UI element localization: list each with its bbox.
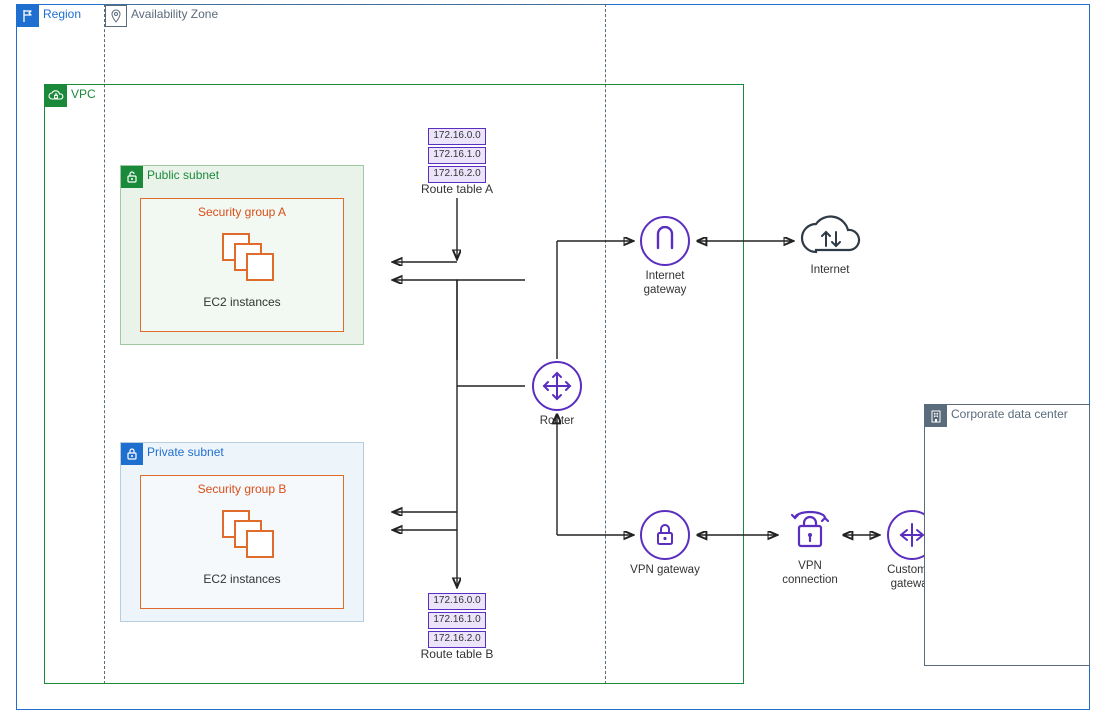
corporate-data-center-label: Corporate data center	[951, 407, 1068, 421]
vpc-label: VPC	[71, 87, 96, 101]
internet-gateway-label: Internet gateway	[625, 270, 705, 298]
vpn-connection-label: VPN connection	[770, 560, 850, 588]
cloud-lock-icon	[45, 85, 67, 107]
internet-node: Internet	[790, 212, 870, 278]
private-subnet-label: Private subnet	[147, 445, 224, 459]
route-table-a: 172.16.0.0 172.16.1.0 172.16.2.0	[428, 128, 486, 185]
route-table-cell: 172.16.0.0	[428, 128, 486, 145]
route-table-cell: 172.16.2.0	[428, 631, 486, 648]
internet-gateway-icon	[640, 216, 690, 266]
ec2-instances-a-caption: EC2 instances	[203, 295, 280, 309]
security-group-a-title: Security group A	[198, 205, 286, 219]
public-subnet-label: Public subnet	[147, 168, 219, 182]
cloud-icon	[796, 212, 864, 260]
vpn-gateway-label: VPN gateway	[625, 564, 705, 578]
ec2-instances-icon	[216, 510, 276, 558]
vpn-gateway-icon	[640, 510, 690, 560]
internet-gateway-node: Internet gateway	[625, 216, 705, 298]
route-table-b: 172.16.0.0 172.16.1.0 172.16.2.0	[428, 593, 486, 650]
vpn-gateway-node: VPN gateway	[625, 510, 705, 578]
ec2-instances-b-caption: EC2 instances	[203, 572, 280, 586]
lock-open-icon	[121, 166, 143, 188]
internet-label: Internet	[790, 264, 870, 278]
route-table-cell: 172.16.1.0	[428, 612, 486, 629]
location-pin-icon	[105, 5, 127, 27]
vpn-connection-icon	[785, 504, 835, 556]
flag-icon	[17, 5, 39, 27]
corporate-data-center-box: Corporate data center	[924, 404, 1090, 666]
router-node: Router	[517, 361, 597, 429]
security-group-b-box: Security group B EC2 instances	[140, 475, 344, 609]
availability-zone-label: Availability Zone	[131, 7, 218, 21]
route-table-cell: 172.16.1.0	[428, 147, 486, 164]
security-group-a-box: Security group A EC2 instances	[140, 198, 344, 332]
vpn-connection-node: VPN connection	[770, 504, 850, 588]
ec2-instances-icon	[216, 233, 276, 281]
security-group-b-title: Security group B	[198, 482, 287, 496]
route-table-cell: 172.16.0.0	[428, 593, 486, 610]
router-label: Router	[517, 415, 597, 429]
route-table-cell: 172.16.2.0	[428, 166, 486, 183]
route-table-a-label: Route table A	[421, 182, 493, 196]
building-icon	[925, 405, 947, 427]
region-label: Region	[43, 7, 81, 21]
route-table-b-label: Route table B	[421, 647, 494, 661]
router-icon	[532, 361, 582, 411]
lock-closed-icon	[121, 443, 143, 465]
